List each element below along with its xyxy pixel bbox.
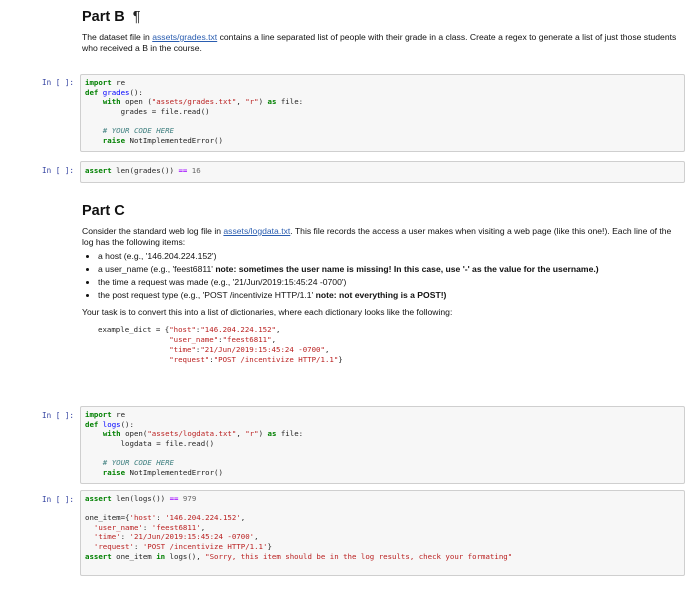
code-editor[interactable]: import re def grades(): with open ("asse… — [81, 75, 684, 148]
code-editor[interactable]: assert len(logs()) == 979 one_item={'hos… — [81, 491, 684, 564]
list-item: a user_name (e.g., 'feest6811' note: som… — [98, 264, 682, 275]
cell-prompt: In [ ]: — [42, 411, 75, 420]
cell-prompt: In [ ]: — [42, 495, 75, 504]
list-item: the time a request was made (e.g., '21/J… — [98, 277, 682, 288]
part-b-description: The dataset file in assets/grades.txt co… — [82, 32, 677, 53]
code-cell-grades[interactable]: import re def grades(): with open ("asse… — [80, 74, 685, 152]
list-item: the post request type (e.g., 'POST /ince… — [98, 290, 682, 301]
cell-prompt: In [ ]: — [42, 78, 75, 87]
cell-prompt: In [ ]: — [42, 166, 75, 175]
task-description: Your task is to convert this into a list… — [82, 307, 453, 317]
code-cell-assert-logs[interactable]: assert len(logs()) == 979 one_item={'hos… — [80, 490, 685, 576]
logdata-file-link[interactable]: assets/logdata.txt — [223, 226, 290, 236]
part-b-title: Part B ¶ — [82, 9, 141, 25]
part-c-title: Part C — [82, 203, 125, 219]
anchor-link-icon[interactable]: ¶ — [133, 9, 141, 25]
part-c-markdown: Part C Consider the standard web log fil… — [82, 203, 682, 372]
code-cell-logs[interactable]: import re def logs(): with open("assets/… — [80, 406, 685, 484]
code-editor[interactable]: assert len(grades()) == 16 — [81, 162, 684, 179]
list-item: a host (e.g., '146.204.224.152') — [98, 251, 682, 262]
example-dict-code: example_dict = {"host":"146.204.224.152"… — [98, 325, 343, 364]
code-editor[interactable]: import re def logs(): with open("assets/… — [81, 407, 684, 480]
log-items-list: a host (e.g., '146.204.224.152') a user_… — [82, 251, 682, 301]
part-c-description: Consider the standard web log file in as… — [82, 226, 672, 247]
part-b-markdown: Part B ¶ The dataset file in assets/grade… — [82, 9, 682, 54]
notebook: Part B ¶ The dataset file in assets/grade… — [0, 0, 700, 593]
grades-file-link[interactable]: assets/grades.txt — [152, 32, 217, 42]
code-cell-assert-grades[interactable]: assert len(grades()) == 16 — [80, 161, 685, 183]
